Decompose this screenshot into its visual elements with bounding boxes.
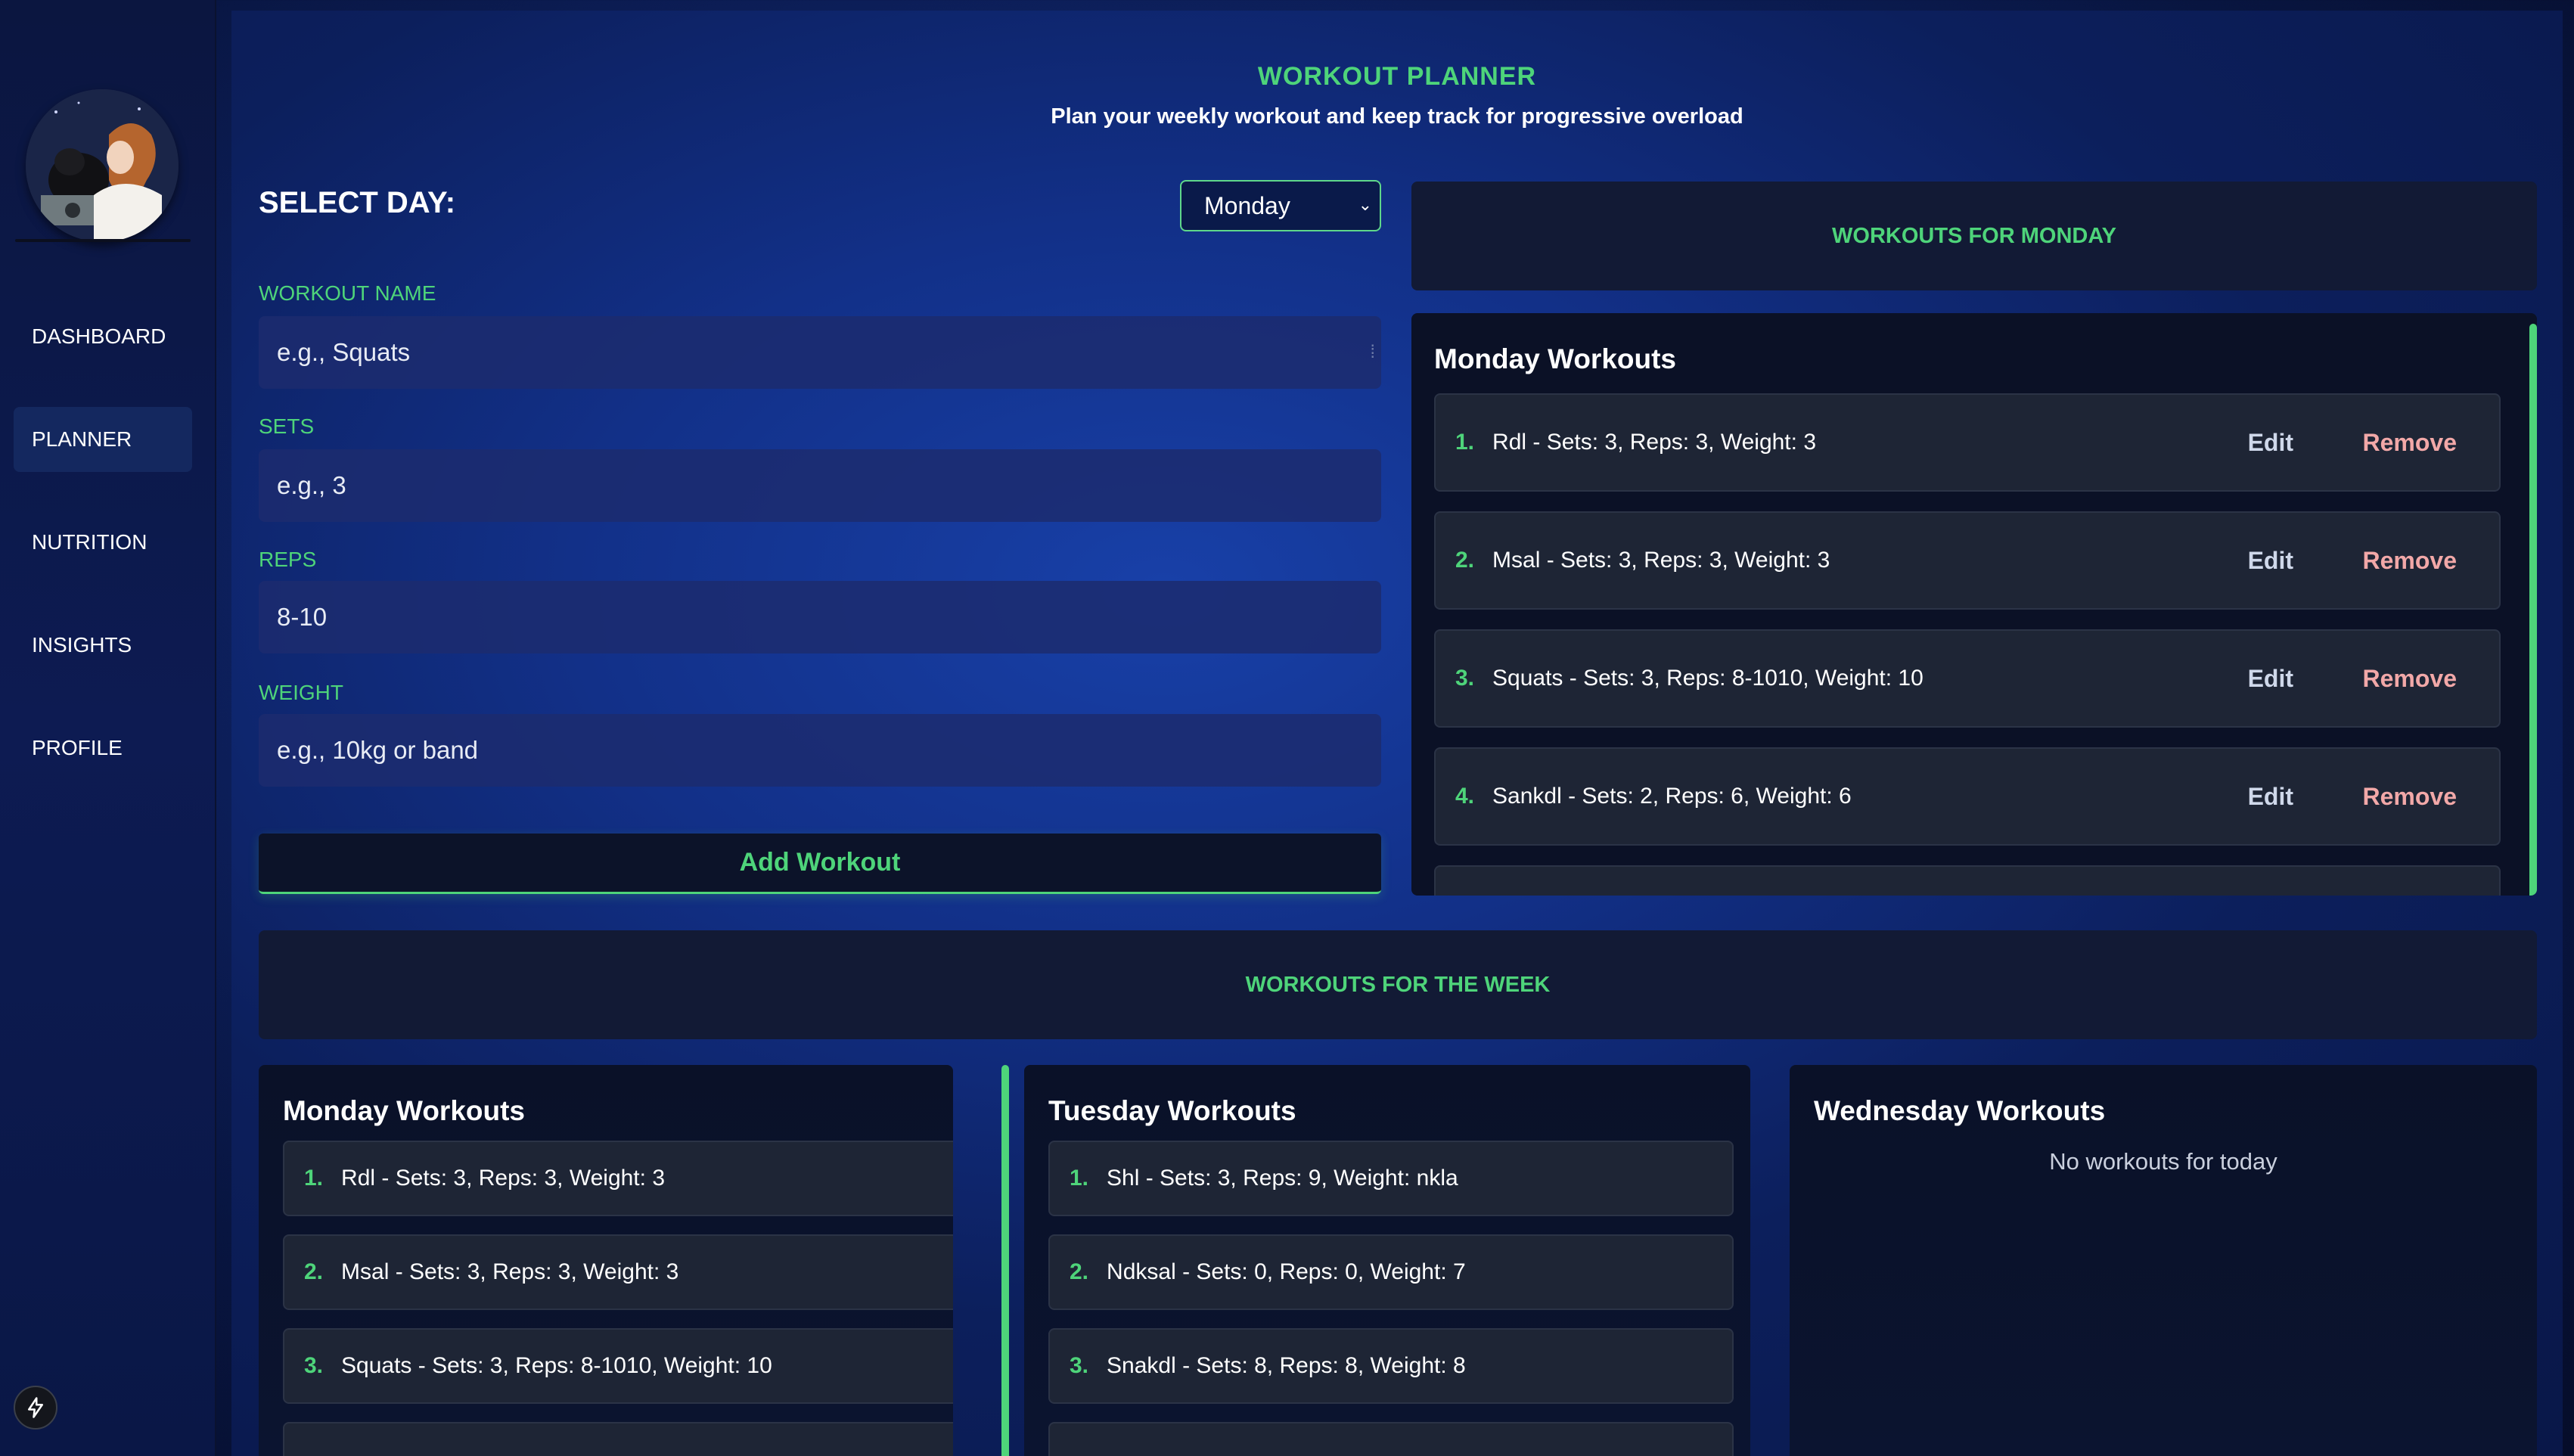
list-item: 4. Sankdl - Sets: 2, Reps: 6, Weight: 6 … (1434, 747, 2501, 846)
edit-button[interactable]: Edit (2248, 665, 2293, 693)
item-number: 3. (1455, 666, 1475, 691)
lightning-glyph (28, 1397, 43, 1418)
list-item: 2. Msal - Sets: 3, Reps: 3, Weight: 3 Ed… (1434, 511, 2501, 610)
list-item: 1. Rdl - Sets: 3, Reps: 3, Weight: 3 (283, 1141, 953, 1216)
remove-button[interactable]: Remove (2363, 547, 2458, 575)
chevron-down-icon: ⌄ (1358, 195, 1372, 214)
item-number: 1. (1070, 1166, 1089, 1191)
day-select-value: Monday (1204, 191, 1290, 219)
day-select[interactable]: Monday ⌄ (1180, 180, 1381, 231)
item-text: Shl - Sets: 3, Reps: 9, Weight: nkla (1107, 1166, 1458, 1191)
remove-button[interactable]: Remove (2363, 665, 2458, 693)
add-workout-button[interactable]: Add Workout (259, 834, 1381, 894)
weight-label: WEIGHT (259, 681, 343, 704)
sidebar-item-planner[interactable]: PLANNER (14, 407, 192, 472)
edit-button[interactable]: Edit (2248, 429, 2293, 457)
item-number: 2. (1455, 548, 1475, 573)
item-text: Snakdl - Sets: 8, Reps: 8, Weight: 8 (1107, 1353, 1466, 1378)
sidebar-item-profile[interactable]: PROFILE (14, 716, 192, 781)
item-text: Msal - Sets: 3, Reps: 3, Weight: 3 (1492, 548, 1830, 573)
list-item: 1. Rdl - Sets: 3, Reps: 3, Weight: 3 Edi… (1434, 393, 2501, 492)
week-day-title: Wednesday Workouts (1814, 1095, 2106, 1126)
reps-label: REPS (259, 548, 317, 571)
list-item-partial (1434, 865, 2501, 896)
scrollbar[interactable] (1001, 1065, 1009, 1456)
page-title: WORKOUT PLANNER (1257, 62, 1537, 91)
weight-placeholder: e.g., 10kg or band (277, 736, 479, 764)
sidebar-item-insights[interactable]: INSIGHTS (14, 613, 192, 678)
list-item-partial (1048, 1422, 1734, 1456)
item-text: Sankdl - Sets: 2, Reps: 6, Weight: 6 (1492, 784, 1852, 809)
sidebar: DASHBOARD PLANNER NUTRITION INSIGHTS PRO… (0, 0, 216, 1456)
week-day-panel-tuesday[interactable]: Tuesday Workouts 1. Shl - Sets: 3, Reps:… (1024, 1065, 1750, 1456)
week-panel-header: WORKOUTS FOR THE WEEK (259, 930, 2537, 1039)
avatar-image (26, 89, 179, 242)
item-text: Rdl - Sets: 3, Reps: 3, Weight: 3 (1492, 430, 1816, 455)
avatar-divider (15, 239, 191, 242)
week-day-title: Monday Workouts (283, 1095, 525, 1126)
item-text: Msal - Sets: 3, Reps: 3, Weight: 3 (341, 1259, 679, 1284)
weight-input[interactable]: e.g., 10kg or band (259, 714, 1381, 787)
item-number: 4. (1455, 784, 1475, 809)
item-text: Ndksal - Sets: 0, Reps: 0, Weight: 7 (1107, 1259, 1466, 1284)
list-item: 3. Snakdl - Sets: 8, Reps: 8, Weight: 8 (1048, 1328, 1734, 1404)
list-item: 1. Shl - Sets: 3, Reps: 9, Weight: nkla (1048, 1141, 1734, 1216)
item-number: 1. (1455, 430, 1475, 455)
page-subtitle: Plan your weekly workout and keep track … (1051, 104, 1743, 129)
list-item: 2. Msal - Sets: 3, Reps: 3, Weight: 3 (283, 1234, 953, 1310)
sets-input[interactable]: e.g., 3 (259, 449, 1381, 522)
day-panel-header: WORKOUTS FOR MONDAY (1411, 182, 2537, 290)
password-manager-icon[interactable]: ⁞ (1370, 342, 1375, 363)
edit-button[interactable]: Edit (2248, 783, 2293, 811)
sidebar-item-dashboard[interactable]: DASHBOARD (14, 304, 192, 369)
list-item: 2. Ndksal - Sets: 0, Reps: 0, Weight: 7 (1048, 1234, 1734, 1310)
reps-value: 8-10 (277, 603, 328, 631)
sets-label: SETS (259, 414, 315, 438)
item-text: Squats - Sets: 3, Reps: 8-1010, Weight: … (341, 1353, 772, 1378)
day-panel-title: Monday Workouts (1434, 343, 1676, 374)
week-day-title: Tuesday Workouts (1048, 1095, 1296, 1126)
workout-name-input[interactable]: e.g., Squats ⁞ (259, 316, 1381, 389)
workout-name-placeholder: e.g., Squats (277, 338, 411, 366)
lightning-icon[interactable] (14, 1386, 57, 1430)
scrollbar[interactable] (2529, 324, 2537, 896)
list-item-partial (283, 1422, 953, 1456)
week-day-panel-monday[interactable]: Monday Workouts 1. Rdl - Sets: 3, Reps: … (259, 1065, 953, 1456)
remove-button[interactable]: Remove (2363, 429, 2458, 457)
avatar[interactable] (26, 89, 179, 242)
workout-name-label: WORKOUT NAME (259, 281, 436, 305)
list-item: 3. Squats - Sets: 3, Reps: 8-1010, Weigh… (283, 1328, 953, 1404)
item-number: 2. (1070, 1259, 1089, 1284)
item-number: 2. (304, 1259, 324, 1284)
item-number: 1. (304, 1166, 324, 1191)
day-workout-list[interactable]: Monday Workouts 1. Rdl - Sets: 3, Reps: … (1411, 313, 2537, 896)
reps-input[interactable]: 8-10 (259, 581, 1381, 653)
remove-button[interactable]: Remove (2363, 783, 2458, 811)
main-content: WORKOUT PLANNER Plan your weekly workout… (231, 11, 2563, 1456)
week-day-panel-wednesday[interactable]: Wednesday Workouts No workouts for today (1790, 1065, 2537, 1456)
item-number: 3. (1070, 1353, 1089, 1378)
empty-message: No workouts for today (2049, 1148, 2277, 1175)
item-text: Rdl - Sets: 3, Reps: 3, Weight: 3 (341, 1166, 665, 1191)
select-day-label: SELECT DAY: (259, 186, 456, 219)
sets-placeholder: e.g., 3 (277, 471, 346, 499)
item-number: 3. (304, 1353, 324, 1378)
list-item: 3. Squats - Sets: 3, Reps: 8-1010, Weigh… (1434, 629, 2501, 728)
edit-button[interactable]: Edit (2248, 547, 2293, 575)
item-text: Squats - Sets: 3, Reps: 8-1010, Weight: … (1492, 666, 1924, 691)
sidebar-item-nutrition[interactable]: NUTRITION (14, 510, 192, 575)
